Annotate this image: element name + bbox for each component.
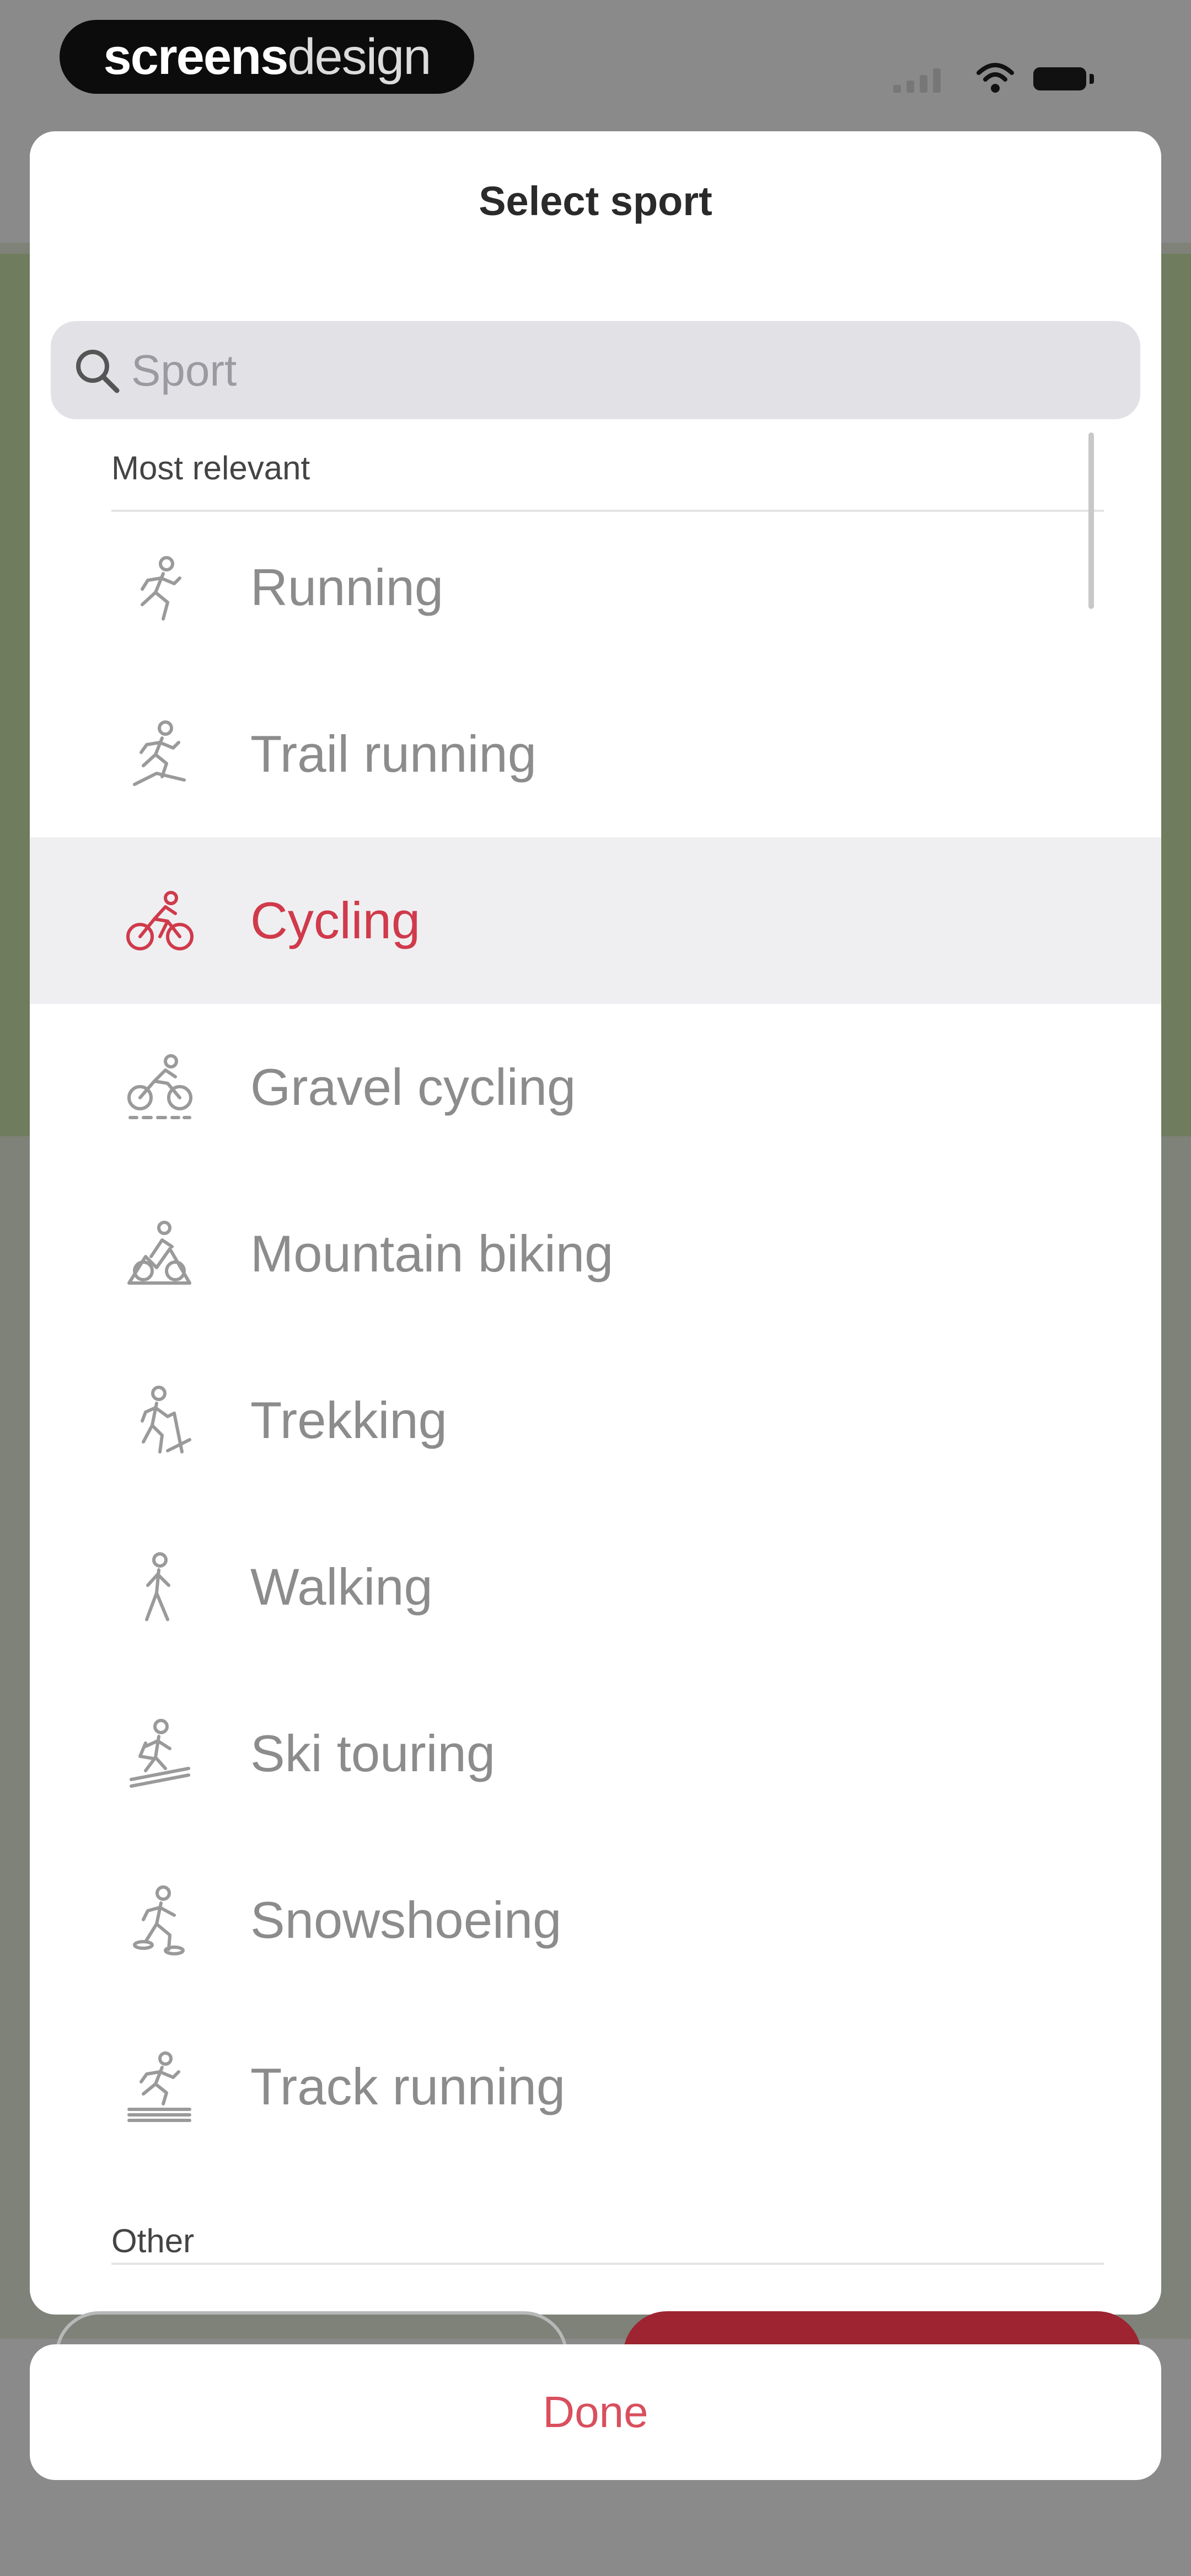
battery-icon	[1033, 67, 1086, 90]
brand-logo-main: screens	[103, 28, 289, 85]
track-running-icon	[127, 2051, 191, 2122]
list-item-label: Ski touring	[250, 1724, 496, 1782]
search-box[interactable]	[51, 321, 1140, 420]
list-item-ski-touring[interactable]: Ski touring	[30, 1670, 1161, 1837]
sport-picker-sheet: Select sport Most relevant Running	[30, 131, 1161, 2315]
list-item-mountain-biking[interactable]: Mountain biking	[30, 1171, 1161, 1337]
list-item-label: Trekking	[250, 1391, 447, 1449]
list-item-running[interactable]: Running	[30, 504, 1161, 671]
list-item-label: Running	[250, 558, 444, 616]
search-icon	[76, 350, 120, 393]
sheet-title: Select sport	[479, 178, 712, 224]
gravel-cycling-icon	[127, 1054, 192, 1119]
sport-list: Running Trail running Cycling Gravel cyc…	[30, 504, 1161, 2170]
wifi-icon	[977, 63, 1014, 93]
brand-logo-accent: design	[287, 28, 431, 85]
snowshoeing-icon	[133, 1885, 185, 1955]
list-item-cycling[interactable]: Cycling	[30, 837, 1161, 1004]
done-sheet: Done	[30, 2344, 1161, 2480]
section-header-most-relevant: Most relevant	[111, 450, 310, 487]
status-bar-icons	[893, 49, 1103, 93]
list-item-label: Walking	[250, 1558, 433, 1616]
list-item-gravel-cycling[interactable]: Gravel cycling	[30, 1004, 1161, 1171]
list-item-label: Trail running	[250, 725, 537, 783]
done-button[interactable]: Done	[30, 2344, 1161, 2480]
list-item-label: Cycling	[250, 891, 421, 949]
battery-cap	[1090, 74, 1094, 84]
background-map-edge-right	[1158, 254, 1191, 1136]
search-input[interactable]	[130, 321, 1103, 420]
list-item-label: Snowshoeing	[250, 1891, 562, 1949]
list-item-label: Mountain biking	[250, 1225, 614, 1282]
mountain-biking-icon	[127, 1221, 191, 1285]
list-item-label: Track running	[250, 2057, 566, 2115]
list-item-snowshoeing[interactable]: Snowshoeing	[30, 1837, 1161, 2003]
walking-icon	[145, 1552, 170, 1621]
trekking-icon	[141, 1386, 191, 1453]
list-item-trail-running[interactable]: Trail running	[30, 671, 1161, 837]
running-icon	[141, 556, 181, 621]
cycling-icon	[126, 891, 194, 950]
background-map-edge-left	[0, 254, 33, 1136]
section-divider	[111, 2263, 1104, 2265]
list-item-label: Gravel cycling	[250, 1058, 576, 1116]
trail-running-icon	[133, 720, 186, 786]
ski-touring-icon	[130, 1719, 190, 1788]
brand-logo: screens design	[60, 20, 474, 94]
section-header-other: Other	[111, 2222, 195, 2259]
list-item-walking[interactable]: Walking	[30, 1504, 1161, 1670]
list-item-trekking[interactable]: Trekking	[30, 1337, 1161, 1504]
list-item-track-running[interactable]: Track running	[30, 2003, 1161, 2170]
